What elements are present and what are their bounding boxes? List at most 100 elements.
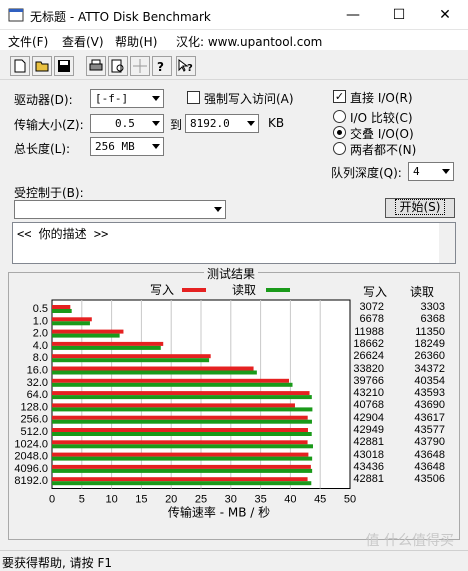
description-textarea[interactable]: << 你的描述 >> — [12, 222, 456, 264]
maximize-button[interactable]: ☐ — [376, 0, 422, 30]
drive-value: [-f-] — [95, 92, 129, 105]
io-compare-radio[interactable] — [333, 110, 346, 123]
write-value: 42881 — [353, 473, 384, 486]
transfer-to-value: 8192.0 — [190, 117, 230, 130]
context-help-button[interactable]: ? — [176, 56, 196, 76]
transfer-to-select[interactable]: 8192.0 — [185, 114, 259, 133]
write-bar — [52, 354, 211, 359]
start-button[interactable]: 开始(S) — [385, 198, 455, 218]
direct-io-checkbox[interactable]: ✓ — [333, 90, 346, 103]
read-column-header: 读取 — [410, 285, 435, 299]
save-button[interactable] — [54, 56, 74, 76]
io-compare-label: I/O 比较(C) — [350, 111, 413, 125]
printer-icon — [89, 59, 103, 71]
menu-localize[interactable]: 汉化: www.upantool.com — [176, 33, 322, 50]
help-icon: ? — [157, 60, 164, 73]
read-bar — [52, 309, 72, 313]
status-text: 要获得帮助, 请按 F1 — [2, 556, 112, 570]
force-write-checkbox[interactable] — [187, 91, 200, 104]
start-label: 开始(S) — [394, 199, 446, 215]
overlap-io-radio[interactable] — [333, 126, 346, 139]
legend-write-swatch — [182, 288, 206, 292]
write-value: 42949 — [353, 424, 384, 436]
y-tick-label: 512.0 — [20, 426, 48, 438]
y-tick-label: 64.0 — [27, 389, 48, 401]
minimize-button[interactable]: — — [330, 0, 376, 30]
legend-write-label: 写入 — [150, 284, 174, 297]
print-preview-button[interactable] — [108, 56, 128, 76]
folder-icon — [35, 61, 49, 72]
read-bar — [52, 419, 312, 424]
x-tick-label: 35 — [254, 494, 266, 506]
svg-text:?: ? — [157, 60, 164, 73]
x-tick-label: 25 — [195, 494, 207, 506]
read-bar — [52, 444, 313, 449]
x-tick-label: 15 — [135, 494, 147, 506]
new-file-button[interactable] — [10, 56, 30, 76]
drive-select[interactable]: [-f-] — [90, 89, 164, 108]
length-value: 256 MB — [95, 140, 135, 153]
neither-radio[interactable] — [333, 142, 346, 155]
svg-text:?: ? — [187, 63, 193, 73]
context-help-icon: ? — [178, 59, 193, 73]
read-bar — [52, 468, 313, 473]
x-tick-label: 20 — [165, 494, 177, 506]
read-value: 3303 — [420, 301, 445, 313]
results-title: 测试结果 — [204, 265, 259, 282]
queue-depth-select[interactable]: 4 — [408, 162, 454, 181]
controlled-by-select[interactable] — [14, 200, 226, 219]
read-value: 43690 — [414, 399, 445, 412]
queue-depth-value: 4 — [413, 165, 420, 178]
y-tick-label: 8.0 — [33, 352, 48, 364]
menu-view[interactable]: 查看(V) — [62, 33, 104, 50]
read-value: 43577 — [414, 424, 445, 436]
queue-depth-label: 队列深度(Q): — [331, 166, 402, 180]
y-tick-label: 1024.0 — [14, 438, 48, 450]
read-bar — [52, 345, 161, 350]
chevron-down-icon — [242, 115, 258, 132]
help-button[interactable]: ? — [152, 56, 172, 76]
write-bar — [52, 464, 311, 469]
to-label: 到 — [170, 118, 183, 132]
x-tick-label: 10 — [105, 494, 117, 506]
x-tick-label: 0 — [49, 494, 55, 506]
read-value: 34372 — [414, 362, 445, 375]
print-button[interactable] — [86, 56, 106, 76]
x-tick-label: 30 — [225, 494, 237, 506]
description-scrollbar[interactable] — [439, 223, 455, 263]
menu-help[interactable]: 帮助(H) — [115, 33, 157, 50]
write-value: 43018 — [353, 448, 384, 461]
read-value: 43506 — [414, 473, 445, 486]
read-value: 26360 — [414, 350, 445, 363]
read-bar — [52, 456, 313, 461]
write-bar — [52, 341, 164, 346]
save-icon — [58, 60, 70, 72]
write-bar — [52, 391, 310, 396]
move-button[interactable] — [130, 56, 150, 76]
write-bar — [52, 329, 124, 334]
radio-selected-dot — [337, 130, 342, 135]
read-value: 6368 — [420, 313, 445, 326]
close-button[interactable]: ✕ — [422, 0, 468, 30]
write-bar — [52, 428, 308, 432]
transfer-from-select[interactable]: 0.5 — [90, 114, 164, 133]
y-tick-label: 2.0 — [33, 328, 48, 340]
app-icon — [8, 8, 24, 22]
write-bar — [52, 378, 290, 383]
y-tick-label: 4.0 — [33, 340, 48, 352]
watermark: 值 什么值得买 — [365, 533, 454, 549]
y-tick-label: 1.0 — [33, 315, 48, 327]
open-button[interactable] — [32, 56, 52, 76]
neither-label: 两者都不(N) — [350, 143, 417, 157]
y-tick-label: 2048.0 — [14, 451, 48, 463]
read-value: 40354 — [414, 374, 445, 387]
move-icon — [133, 59, 147, 73]
read-bar — [52, 407, 313, 412]
read-value: 11350 — [415, 325, 445, 338]
read-value: 43593 — [414, 387, 445, 400]
length-select[interactable]: 256 MB — [90, 137, 164, 156]
read-value: 43790 — [414, 436, 445, 449]
length-label: 总长度(L): — [14, 142, 71, 156]
menu-file[interactable]: 文件(F) — [8, 33, 48, 50]
legend-read-swatch — [266, 288, 290, 292]
